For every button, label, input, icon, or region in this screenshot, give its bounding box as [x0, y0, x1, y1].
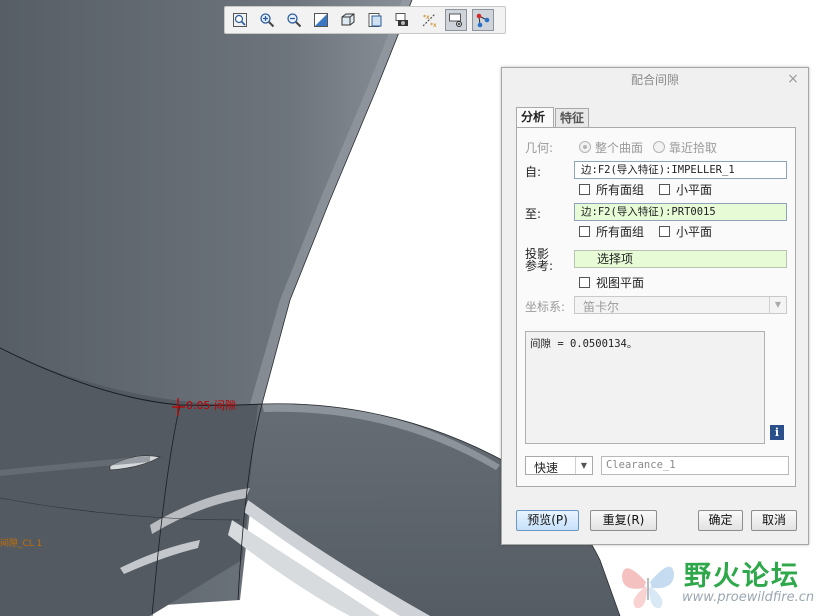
saved-views-icon[interactable] [364, 9, 386, 31]
tab-feature[interactable]: 特征 [555, 108, 589, 127]
view-plane-label: 视图平面 [596, 276, 645, 290]
from-facet-checkbox[interactable] [659, 184, 670, 195]
near-pick-radio[interactable] [653, 141, 665, 153]
ok-button[interactable]: 确定 [698, 510, 743, 531]
svg-text:*x: *x [423, 14, 430, 21]
datum-display-icon[interactable]: *x *x [418, 9, 440, 31]
watermark-url: www.proewildfire.cn [682, 590, 815, 605]
projection-field[interactable]: 选择项 [574, 250, 787, 268]
preview-button[interactable]: 预览(P) [516, 510, 579, 531]
chevron-down-icon: ▼ [769, 297, 786, 313]
csys-value: 笛卡尔 [583, 300, 620, 314]
quick-select[interactable]: 快速 ▼ [525, 456, 593, 475]
svg-text:*x: *x [430, 22, 437, 28]
projection-label-line2: 参考: [525, 259, 554, 273]
analysis-name-field[interactable]: Clearance_1 [601, 456, 789, 475]
display-style-icon[interactable] [337, 9, 359, 31]
annotation-display-icon[interactable] [445, 9, 467, 31]
from-all-quilts-label: 所有面组 [596, 183, 645, 197]
quick-select-value: 快速 [534, 461, 559, 475]
to-all-quilts-label: 所有面组 [596, 225, 645, 239]
side-feature-label: 间隙_CL 1 [0, 539, 43, 549]
watermark-text: 野火论坛 [684, 561, 800, 592]
watermark: 野火论坛 www.proewildfire.cn [612, 546, 827, 616]
spin-center-icon[interactable] [472, 9, 494, 31]
result-text-area[interactable]: 间隙 = 0.0500134。 [525, 331, 765, 444]
zoom-fit-icon[interactable] [229, 9, 251, 31]
from-facet-label: 小平面 [676, 183, 713, 197]
whole-surface-radio[interactable] [579, 141, 591, 153]
repeat-button[interactable]: 重复(R) [590, 510, 657, 531]
clearance-annotation: 0.05 间隙 [186, 399, 236, 412]
from-all-quilts-checkbox[interactable] [579, 184, 590, 195]
from-field[interactable]: 边:F2(导入特征):IMPELLER_1 [574, 161, 787, 179]
repaint-icon[interactable] [310, 9, 332, 31]
close-icon[interactable]: × [786, 71, 800, 87]
view-manager-icon[interactable] [391, 9, 413, 31]
clearance-result: 间隙 = 0.0500134。 [530, 338, 638, 350]
clearance-dialog: 配合间隙 × 分析 特征 几何: 整个曲面 靠近拾取 自: 边:F2(导入特征)… [501, 67, 809, 545]
csys-label: 坐标系: [525, 300, 566, 314]
csys-select[interactable]: 笛卡尔 ▼ [574, 296, 787, 314]
to-all-quilts-checkbox[interactable] [579, 226, 590, 237]
tab-analysis[interactable]: 分析 [516, 107, 554, 127]
analysis-panel: 几何: 整个曲面 靠近拾取 自: 边:F2(导入特征):IMPELLER_1 所… [516, 127, 796, 487]
to-field[interactable]: 边:F2(导入特征):PRT0015 [574, 203, 787, 221]
view-plane-checkbox[interactable] [579, 277, 590, 288]
near-pick-label: 靠近拾取 [669, 141, 718, 155]
to-facet-label: 小平面 [676, 225, 713, 239]
to-facet-checkbox[interactable] [659, 226, 670, 237]
info-icon[interactable]: i [770, 425, 784, 440]
from-label: 自: [525, 165, 542, 179]
to-label: 至: [525, 207, 542, 221]
butterfly-logo-icon [622, 566, 674, 609]
geometry-label: 几何: [525, 141, 554, 155]
projection-label: 投影 参考: [525, 248, 553, 272]
zoom-out-icon[interactable] [283, 9, 305, 31]
view-toolbar: *x *x [224, 6, 506, 34]
dialog-title: 配合间隙 [630, 73, 679, 87]
chevron-down-icon: ▼ [575, 457, 592, 474]
zoom-in-icon[interactable] [256, 9, 278, 31]
whole-surface-label: 整个曲面 [595, 141, 644, 155]
cancel-button[interactable]: 取消 [751, 510, 797, 531]
